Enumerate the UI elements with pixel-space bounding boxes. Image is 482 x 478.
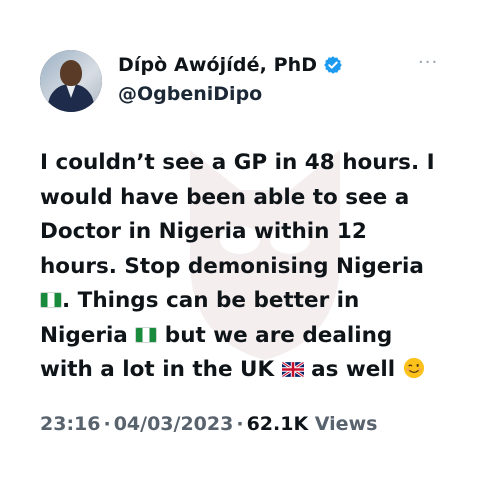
tweet-text-segment: as well (303, 357, 403, 382)
nigeria-flag-icon (135, 326, 158, 343)
display-name[interactable]: Dípò Awójídé, PhD (118, 54, 317, 76)
views-label: Views (314, 413, 378, 435)
tweet-line: Nigeria but we are dealing (40, 319, 465, 354)
tweet-time[interactable]: 23:16 (40, 413, 100, 435)
tweet-date[interactable]: 04/03/2023 (114, 413, 234, 435)
tweet-line: I couldn’t see a GP in 48 hours. I (40, 150, 435, 175)
tweet-text-segment: Nigeria (40, 322, 136, 348)
verified-badge-icon (324, 56, 342, 74)
tweet-line: would have been able to see a (40, 184, 410, 210)
tweet-line: . Things can be better in (40, 284, 465, 319)
winking-face-icon (403, 357, 424, 379)
tweet-text-segment: with a lot in the UK (40, 357, 282, 382)
tweet-metadata: 23:16 · 04/03/2023 · 62.1K Views (40, 413, 377, 435)
author-name-row: Dípò Awójídé, PhD (118, 54, 343, 76)
tweet-text-segment: . Things can be better in (62, 288, 360, 313)
tweet-text: I couldn’t see a GP in 48 hours. I would… (40, 146, 465, 388)
more-options-icon[interactable]: ··· (418, 54, 438, 72)
author-handle[interactable]: @OgbeniDipo (118, 83, 262, 105)
separator: · (236, 413, 244, 435)
nigeria-flag-icon (40, 292, 62, 308)
tweet-text-segment: but we are dealing (157, 322, 393, 348)
tweet-line: Doctor in Nigeria within 12 (40, 219, 367, 244)
avatar[interactable] (40, 50, 102, 112)
views-count[interactable]: 62.1K (247, 413, 309, 435)
tweet-line: with a lot in the UK as well (40, 353, 465, 388)
uk-flag-icon (281, 362, 304, 377)
tweet-line: hours. Stop demonising Nigeria (40, 253, 424, 279)
tweet-card: Dípò Awójídé, PhD @OgbeniDipo ··· I coul… (0, 0, 482, 478)
separator: · (103, 413, 111, 435)
